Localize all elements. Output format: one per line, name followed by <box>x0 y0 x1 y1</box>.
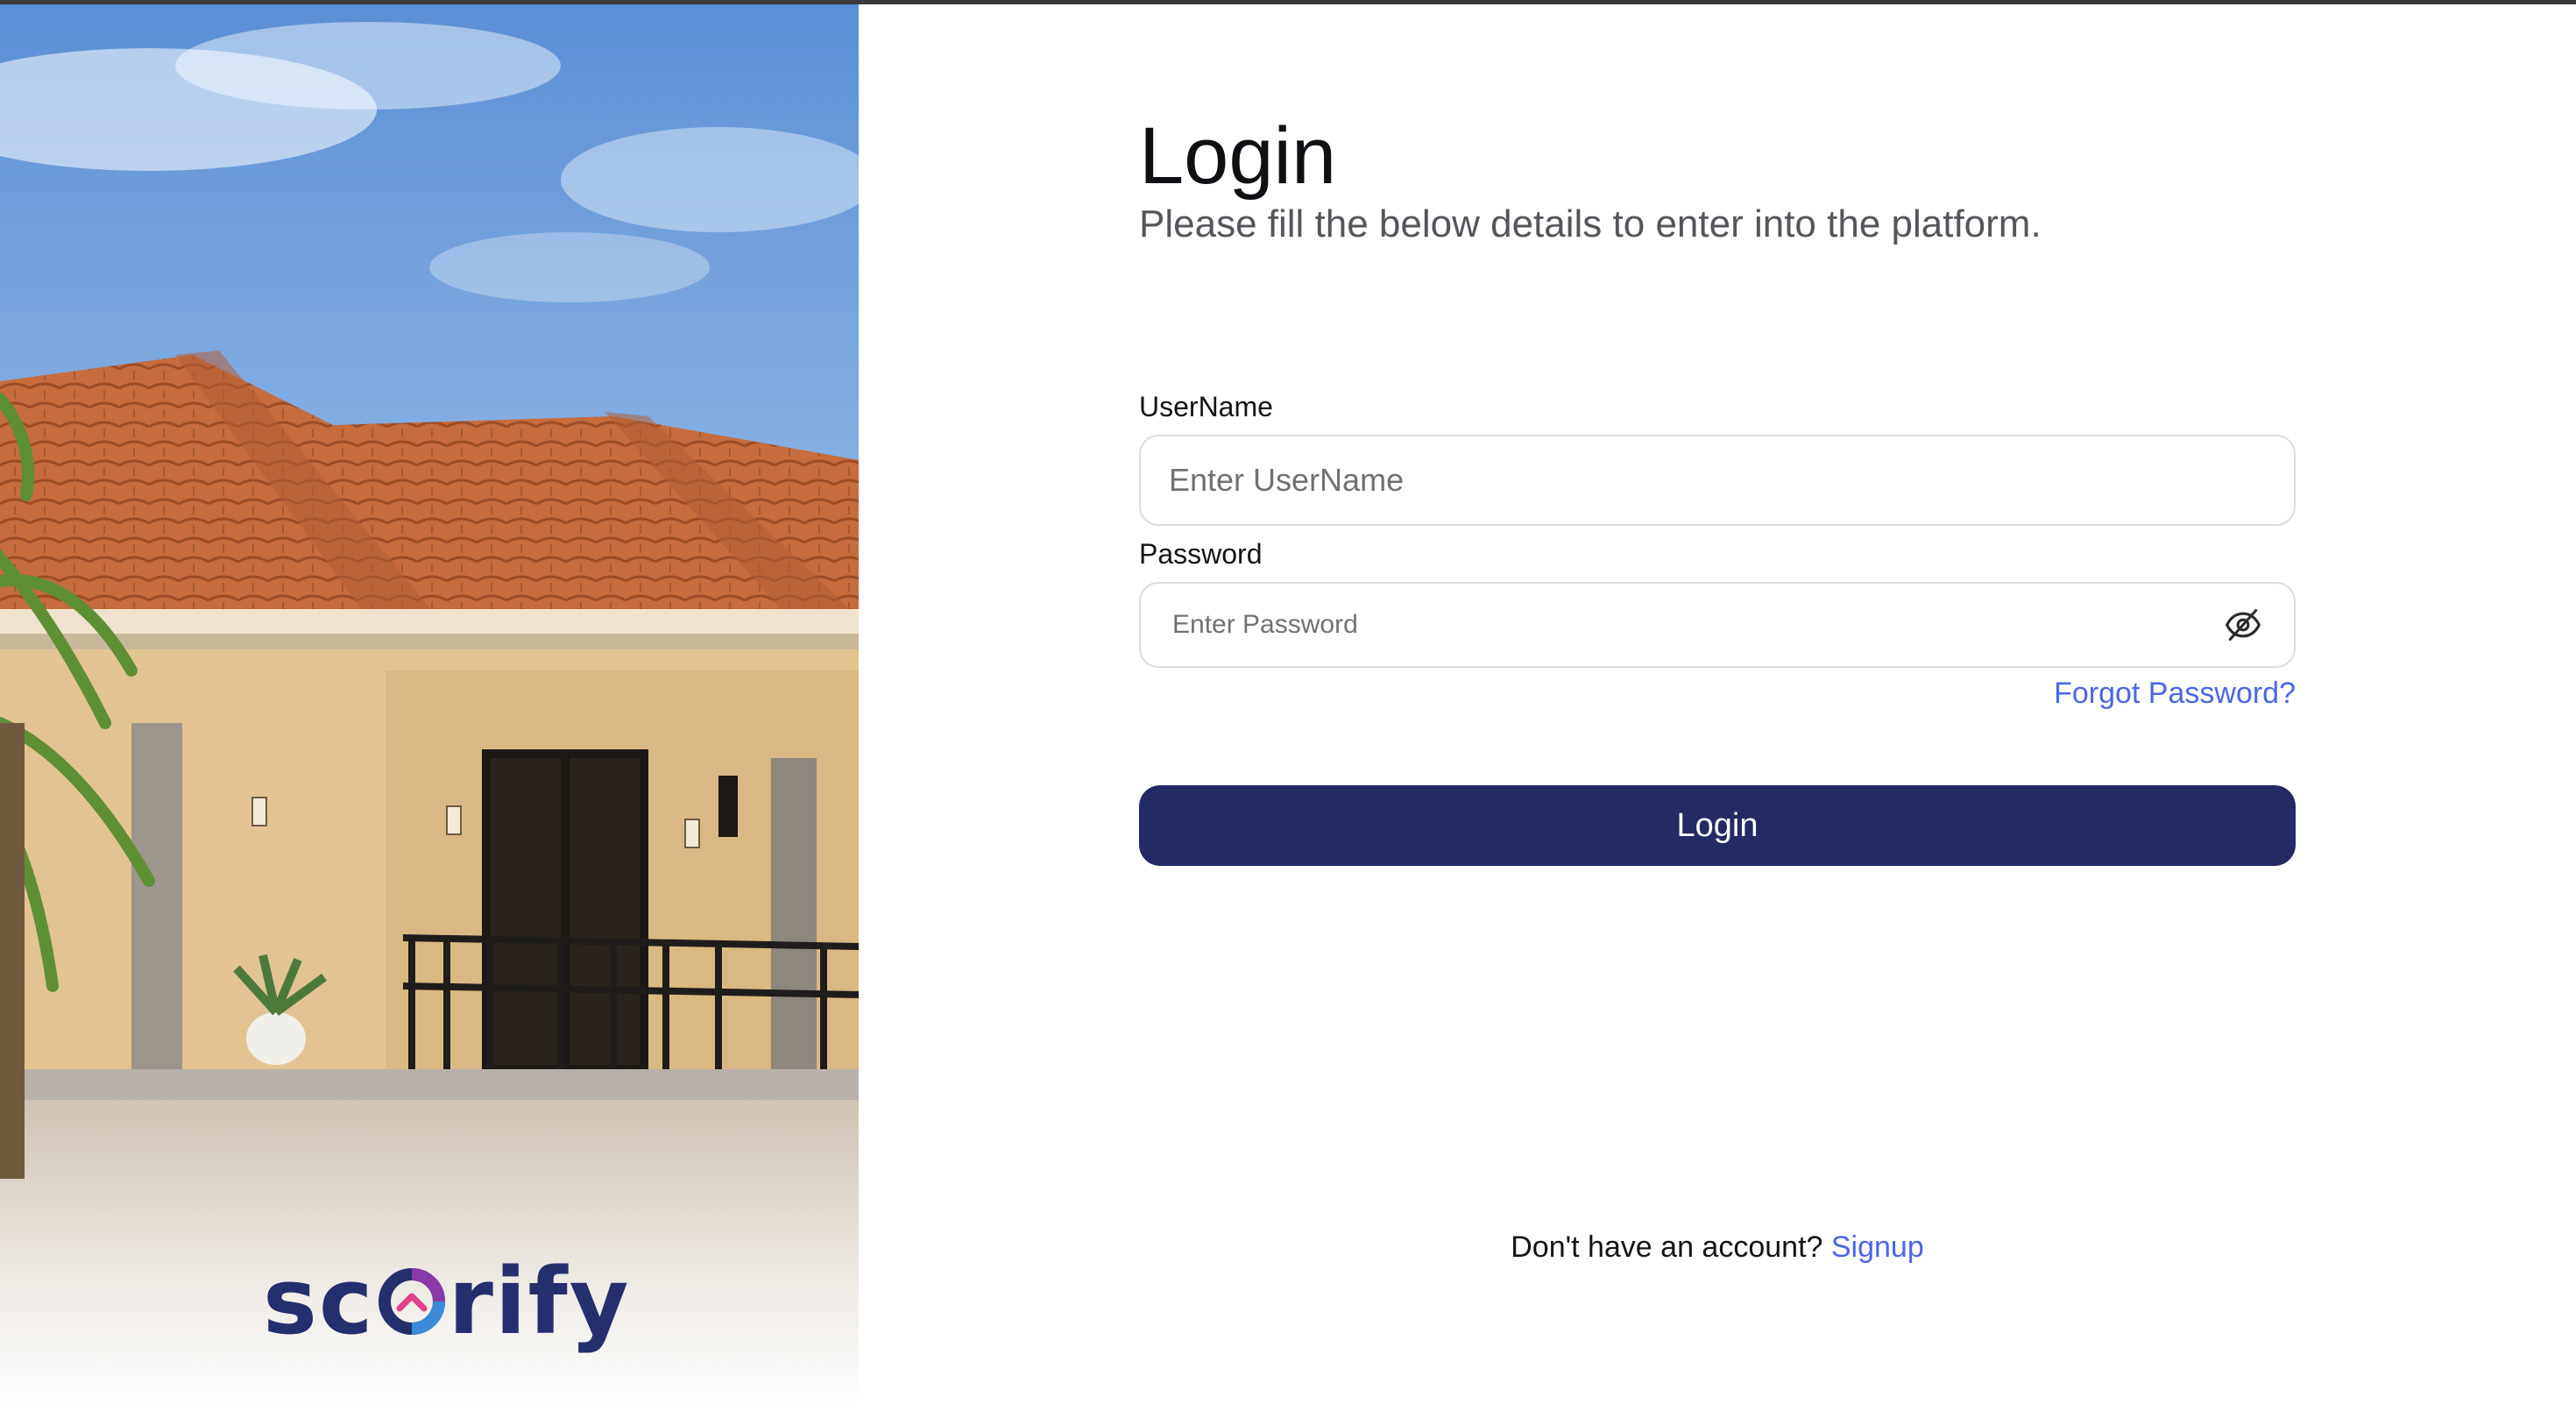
signup-link[interactable]: Signup <box>1831 1230 1924 1264</box>
page-subtitle: Please fill the below details to enter i… <box>1139 202 2042 245</box>
page-title: Login <box>1139 111 1337 201</box>
house-photo <box>0 4 859 1404</box>
eye-off-icon[interactable] <box>2224 606 2262 644</box>
logo-house-mark-icon <box>377 1266 447 1337</box>
signup-prompt: Don't have an account? <box>1511 1230 1831 1264</box>
password-input[interactable] <box>1141 583 2224 667</box>
signup-row: Don't have an account? Signup <box>1139 1230 2296 1265</box>
login-button[interactable]: Login <box>1139 785 2296 866</box>
scorify-logo: sc rify <box>263 1249 631 1354</box>
username-label: UserName <box>1139 391 1273 422</box>
password-field <box>1139 582 2296 668</box>
forgot-password-link[interactable]: Forgot Password? <box>2054 677 2296 711</box>
username-input[interactable] <box>1141 436 2294 525</box>
username-field <box>1139 435 2296 526</box>
hero-image-panel: sc rify <box>0 4 859 1404</box>
logo-text-end: rify <box>448 1248 631 1355</box>
password-label: Password <box>1139 538 1263 570</box>
logo-text-start: sc <box>263 1248 375 1355</box>
